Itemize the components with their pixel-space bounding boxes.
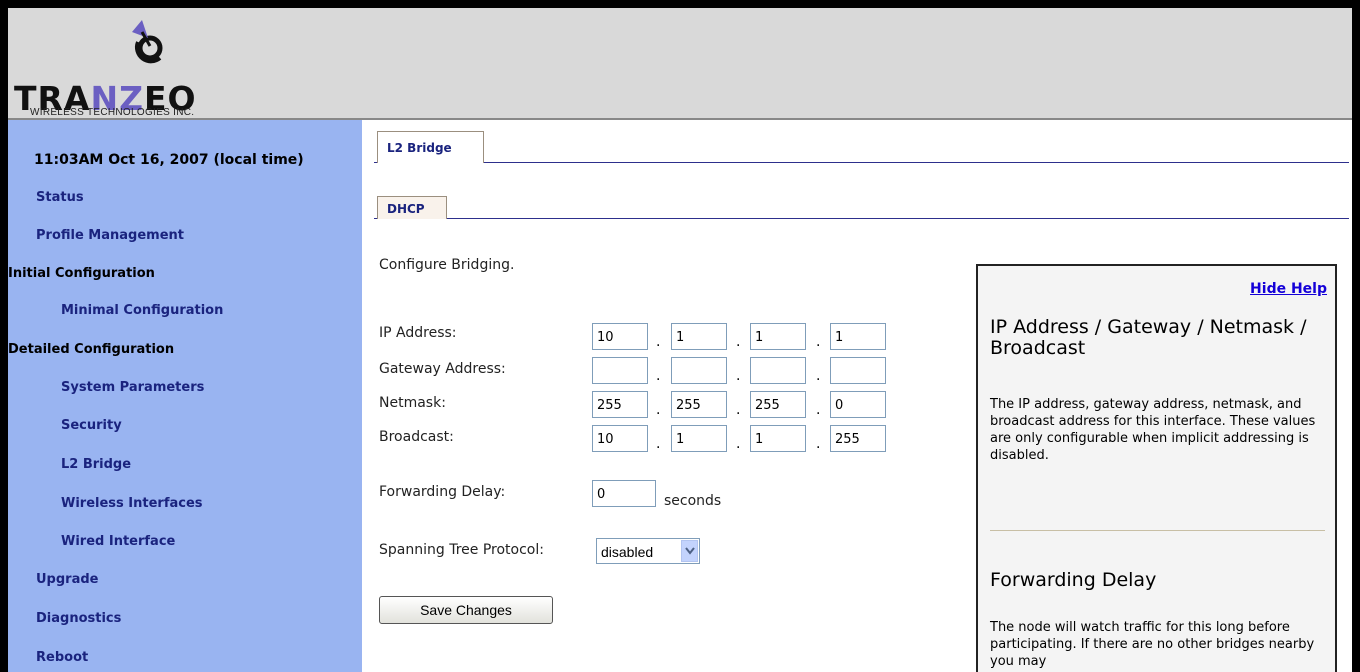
broadcast-octet-2-input[interactable]: 1 [671,425,727,452]
ip-octet-2-input[interactable]: 1 [671,323,727,350]
help-text-forwarding: The node will watch traffic for this lon… [990,620,1315,669]
gateway-octet-4-input[interactable] [830,357,886,384]
tranzeo-logo: TRANZEO [10,16,290,118]
sidebar: 11:03AM Oct 16, 2007 (local time) Status… [8,120,362,672]
netmask-label: Netmask: [379,395,446,411]
octet-separator: . [736,436,741,452]
logo-tagline: WIRELESS TECHNOLOGIES INC. [30,107,195,118]
spanning-tree-label: Spanning Tree Protocol: [379,542,544,558]
sidebar-item-detailed-configuration: Detailed Configuration [8,342,175,357]
octet-separator: . [656,334,661,350]
octet-separator: . [656,436,661,452]
octet-separator: . [656,402,661,418]
tab-dhcp[interactable]: DHCP [377,196,447,219]
gateway-octet-2-input[interactable] [671,357,727,384]
header: TRANZEO WIRELESS TECHNOLOGIES INC. [8,8,1352,120]
sidebar-item-wired-interface[interactable]: Wired Interface [61,534,175,549]
help-text-ip: The IP address, gateway address, netmask… [990,397,1316,463]
sidebar-item-wireless-interfaces[interactable]: Wireless Interfaces [61,496,203,511]
hide-help-link[interactable]: Hide Help [1250,281,1327,297]
octet-separator: . [816,402,821,418]
page-intro: Configure Bridging. [379,257,515,273]
octet-separator: . [816,334,821,350]
octet-separator: . [656,368,661,384]
broadcast-label: Broadcast: [379,429,454,445]
secondary-tab-bar [374,218,1349,219]
chevron-down-icon[interactable] [681,540,698,562]
sidebar-item-profile-management[interactable]: Profile Management [36,228,184,243]
octet-separator: . [736,334,741,350]
browser-page: TRANZEO WIRELESS TECHNOLOGIES INC. 11:03… [8,8,1352,672]
gateway-address-label: Gateway Address: [379,361,506,377]
sidebar-item-status[interactable]: Status [36,190,84,205]
sidebar-item-security[interactable]: Security [61,418,122,433]
tab-l2-bridge[interactable]: L2 Bridge [377,131,484,163]
satellite-logo-icon [132,20,163,64]
help-panel: Hide Help IP Address / Gateway / Netmask… [976,264,1337,672]
sidebar-item-reboot[interactable]: Reboot [36,650,88,665]
octet-separator: . [736,368,741,384]
ip-octet-3-input[interactable]: 1 [750,323,806,350]
broadcast-octet-1-input[interactable]: 10 [592,425,648,452]
broadcast-octet-3-input[interactable]: 1 [750,425,806,452]
forwarding-delay-unit: seconds [664,493,722,509]
octet-separator: . [816,436,821,452]
help-divider [990,530,1325,531]
sidebar-item-upgrade[interactable]: Upgrade [36,572,98,587]
save-changes-button[interactable]: Save Changes [379,596,553,624]
forwarding-delay-input[interactable]: 0 [592,480,656,507]
ip-octet-4-input[interactable]: 1 [830,323,886,350]
octet-separator: . [736,402,741,418]
spanning-tree-select[interactable]: disabled [596,538,700,564]
sidebar-item-diagnostics[interactable]: Diagnostics [36,611,121,626]
help-heading-ip: IP Address / Gateway / Netmask / Broadca… [990,316,1307,359]
netmask-octet-2-input[interactable]: 255 [671,391,727,418]
main-content: L2 Bridge DHCP Configure Bridging. IP Ad… [362,120,1352,672]
netmask-octet-3-input[interactable]: 255 [750,391,806,418]
gateway-octet-3-input[interactable] [750,357,806,384]
forwarding-delay-label: Forwarding Delay: [379,484,506,500]
local-time: 11:03AM Oct 16, 2007 (local time) [34,152,304,168]
primary-tab-bar [374,162,1349,163]
sidebar-item-system-parameters[interactable]: System Parameters [61,380,204,395]
netmask-octet-1-input[interactable]: 255 [592,391,648,418]
broadcast-octet-4-input[interactable]: 255 [830,425,886,452]
netmask-octet-4-input[interactable]: 0 [830,391,886,418]
help-heading-forwarding: Forwarding Delay [990,569,1157,591]
ip-address-label: IP Address: [379,325,457,341]
spanning-tree-value: disabled [601,544,654,560]
sidebar-item-l2-bridge[interactable]: L2 Bridge [61,457,131,472]
gateway-octet-1-input[interactable] [592,357,648,384]
sidebar-item-initial-configuration: Initial Configuration [8,266,155,281]
sidebar-item-minimal-configuration[interactable]: Minimal Configuration [61,303,223,318]
octet-separator: . [816,368,821,384]
ip-octet-1-input[interactable]: 10 [592,323,648,350]
